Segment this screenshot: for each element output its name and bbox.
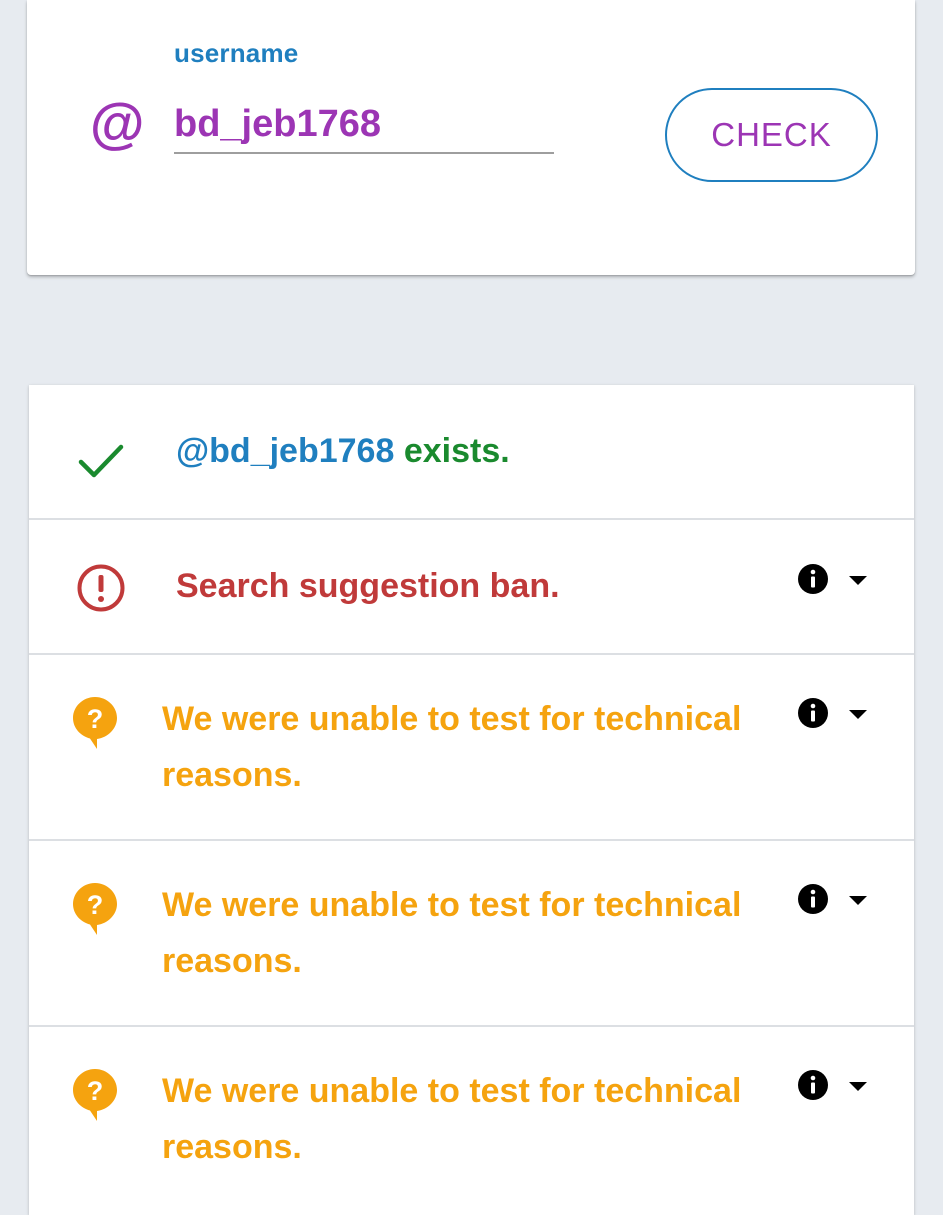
username-handle: @bd_jeb1768: [176, 432, 395, 470]
info-icon[interactable]: [797, 563, 829, 595]
svg-text:?: ?: [87, 1076, 104, 1106]
chevron-down-icon[interactable]: [847, 573, 869, 587]
question-bubble-icon: ?: [73, 697, 117, 749]
exists-text: exists.: [403, 432, 510, 470]
exists-message: @bd_jeb1768 exists.: [176, 423, 510, 479]
info-icon[interactable]: [797, 883, 829, 915]
username-form-card: username @ CHECK: [27, 0, 915, 275]
chevron-down-icon[interactable]: [847, 893, 869, 907]
info-icon[interactable]: [797, 697, 829, 729]
unable-message: We were unable to test for technical rea…: [162, 700, 742, 794]
check-icon: [78, 444, 124, 478]
username-label: username: [174, 38, 299, 68]
question-bubble-icon: ?: [73, 883, 117, 935]
unable-message: We were unable to test for technical rea…: [162, 886, 742, 980]
chevron-down-icon[interactable]: [847, 1079, 869, 1093]
username-input[interactable]: [174, 96, 554, 154]
svg-text:?: ?: [87, 890, 104, 920]
alert-circle-icon: [77, 564, 125, 612]
at-sign-icon: @: [89, 92, 144, 155]
ban-message: Search suggestion ban.: [176, 567, 560, 605]
question-bubble-icon: ?: [73, 1069, 117, 1121]
unable-message: We were unable to test for technical rea…: [162, 1072, 742, 1166]
results-card: @bd_jeb1768 exists. Search suggestion ba…: [29, 385, 914, 1215]
chevron-down-icon[interactable]: [847, 707, 869, 721]
check-button[interactable]: CHECK: [665, 88, 878, 182]
info-icon[interactable]: [797, 1069, 829, 1101]
svg-text:?: ?: [87, 704, 104, 734]
